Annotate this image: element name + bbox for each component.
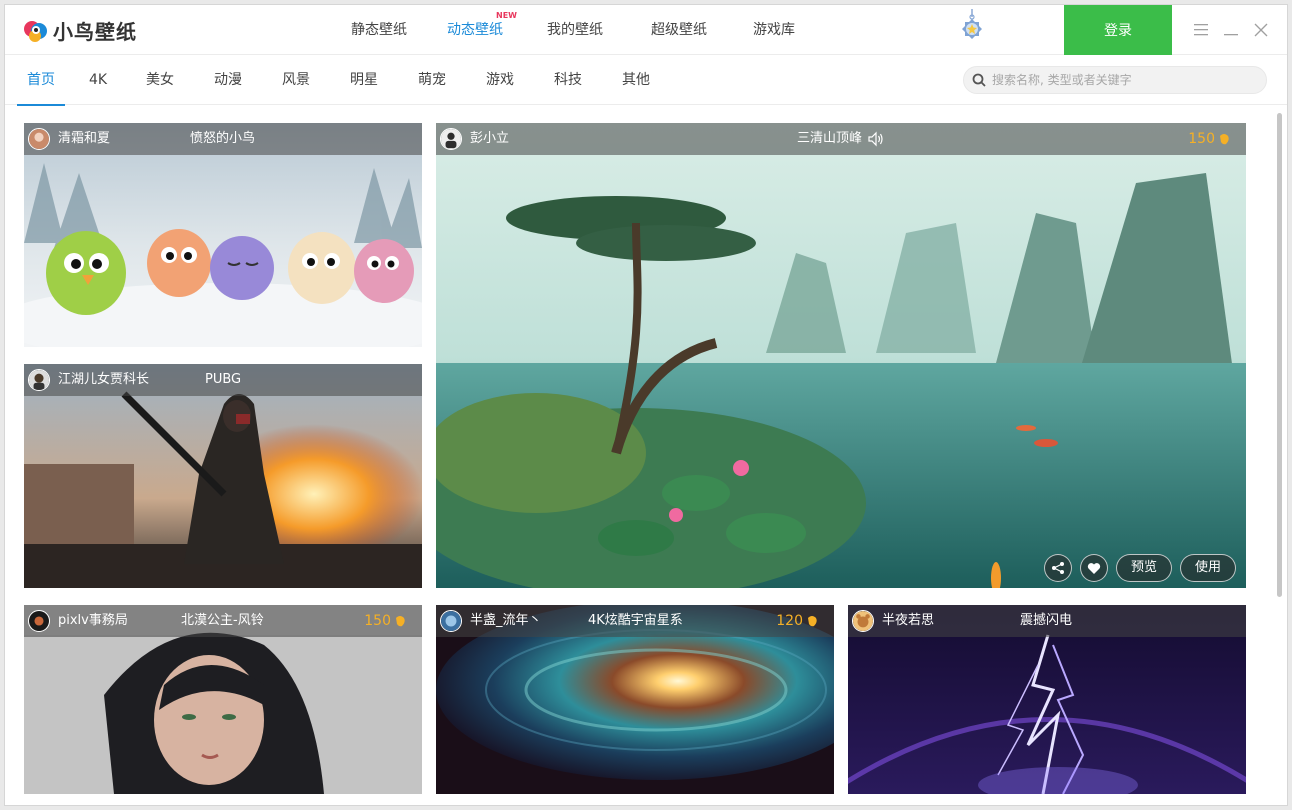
card-info-bar: 清霜和夏 愤怒的小鸟 xyxy=(24,123,422,155)
topnav-game-library[interactable]: 游戏库 xyxy=(753,5,795,55)
avatar[interactable] xyxy=(440,128,462,150)
category-4k[interactable]: 4K xyxy=(77,55,119,105)
card-title: 愤怒的小鸟 xyxy=(190,131,256,146)
coin-icon xyxy=(396,616,405,627)
card-actions: 预览 使用 xyxy=(1043,554,1236,582)
category-bar: 首页 4K 美女 动漫 风景 明星 萌宠 游戏 科技 其他 xyxy=(5,55,1287,106)
category-anime[interactable]: 动漫 xyxy=(207,55,249,105)
card-title: 4K炫酷宇宙星系 xyxy=(588,613,683,628)
topnav-label: 游戏库 xyxy=(753,22,795,38)
use-button[interactable]: 使用 xyxy=(1179,554,1236,582)
favorite-button[interactable] xyxy=(1079,554,1108,582)
topnav-static-wallpaper[interactable]: 静态壁纸 xyxy=(351,5,407,55)
card-author[interactable]: pixlv事務局 xyxy=(58,605,128,637)
wallpaper-card-angry-birds[interactable]: 清霜和夏 愤怒的小鸟 xyxy=(24,123,422,347)
category-home[interactable]: 首页 xyxy=(17,55,65,106)
wallpaper-card-sanqingshan[interactable]: 彭小立 三清山顶峰 150 预览 使用 xyxy=(436,123,1246,588)
pubg-thumbnail xyxy=(24,364,422,588)
card-info-bar: 江湖儿女贾科长 PUBG xyxy=(24,364,422,396)
topnav-live-wallpaper[interactable]: 动态壁纸 NEW xyxy=(447,5,517,55)
category-label: 4K xyxy=(88,72,108,88)
card-title: 震撼闪电 xyxy=(1020,613,1073,628)
card-info-bar: 半盏_流年丶 4K炫酷宇宙星系 120 xyxy=(436,605,834,637)
category-label: 萌宠 xyxy=(418,72,446,88)
wallpaper-card-galaxy[interactable]: 半盏_流年丶 4K炫酷宇宙星系 120 xyxy=(436,605,834,794)
category-tech[interactable]: 科技 xyxy=(547,55,589,105)
medal-icon[interactable] xyxy=(961,9,983,43)
category-label: 游戏 xyxy=(486,72,514,88)
avatar[interactable] xyxy=(852,610,874,632)
avatar[interactable] xyxy=(28,128,50,150)
preview-button[interactable]: 预览 xyxy=(1115,554,1172,582)
topnav-label: 超级壁纸 xyxy=(651,22,707,38)
top-nav: 静态壁纸 动态壁纸 NEW 我的壁纸 超级壁纸 游戏库 xyxy=(351,5,795,55)
scrollbar[interactable] xyxy=(1277,109,1283,799)
app-window: 小鸟壁纸 静态壁纸 动态壁纸 NEW 我的壁纸 超级壁纸 游戏库 登录 首页 4… xyxy=(4,4,1288,806)
card-author[interactable]: 彭小立 xyxy=(470,123,509,155)
card-info-bar: pixlv事務局 北漠公主-风铃 150 xyxy=(24,605,422,637)
card-price: 120 xyxy=(776,605,818,637)
category-label: 动漫 xyxy=(214,72,242,88)
top-header: 小鸟壁纸 静态壁纸 动态壁纸 NEW 我的壁纸 超级壁纸 游戏库 登录 xyxy=(5,5,1287,55)
card-price: 150 xyxy=(364,605,406,637)
category-beauty[interactable]: 美女 xyxy=(139,55,181,105)
price-value: 150 xyxy=(364,613,391,629)
search-icon xyxy=(972,73,986,87)
topnav-super-wallpaper[interactable]: 超级壁纸 xyxy=(651,5,707,55)
category-label: 科技 xyxy=(554,72,582,88)
card-author[interactable]: 半夜若思 xyxy=(882,605,934,637)
new-badge: NEW xyxy=(496,11,517,20)
app-name: 小鸟壁纸 xyxy=(53,20,137,44)
category-label: 其他 xyxy=(622,72,650,88)
category-celebrity[interactable]: 明星 xyxy=(343,55,385,105)
category-scenery[interactable]: 风景 xyxy=(275,55,317,105)
category-games[interactable]: 游戏 xyxy=(479,55,521,105)
search-input[interactable] xyxy=(992,73,1252,87)
topnav-my-wallpaper[interactable]: 我的壁纸 xyxy=(547,5,603,55)
sanqingshan-thumbnail xyxy=(436,123,1246,588)
card-title: PUBG xyxy=(205,372,242,387)
sound-icon[interactable] xyxy=(868,131,884,147)
card-author[interactable]: 清霜和夏 xyxy=(58,123,110,155)
avatar[interactable] xyxy=(28,369,50,391)
app-logo[interactable]: 小鸟壁纸 xyxy=(23,16,137,45)
price-value: 120 xyxy=(776,613,803,629)
card-title: 三清山顶峰 xyxy=(797,131,863,146)
wallpaper-card-pubg[interactable]: 江湖儿女贾科长 PUBG xyxy=(24,364,422,588)
category-label: 首页 xyxy=(27,72,55,88)
wallpaper-card-lightning[interactable]: 半夜若思 震撼闪电 xyxy=(848,605,1246,794)
card-author[interactable]: 江湖儿女贾科长 xyxy=(58,364,149,396)
category-label: 美女 xyxy=(146,72,174,88)
share-button[interactable] xyxy=(1043,554,1072,582)
card-title: 北漠公主-风铃 xyxy=(181,613,264,628)
card-info-bar: 彭小立 三清山顶峰 150 xyxy=(436,123,1246,155)
avatar[interactable] xyxy=(28,610,50,632)
category-label: 明星 xyxy=(350,72,378,88)
share-icon xyxy=(1051,562,1064,574)
coin-icon xyxy=(1220,134,1229,145)
coin-icon xyxy=(808,616,817,627)
avatar[interactable] xyxy=(440,610,462,632)
price-value: 150 xyxy=(1188,131,1215,147)
topnav-label: 动态壁纸 xyxy=(447,22,503,38)
menu-icon[interactable] xyxy=(1190,19,1212,41)
category-pets[interactable]: 萌宠 xyxy=(411,55,453,105)
card-price: 150 xyxy=(1188,123,1230,155)
search-box[interactable] xyxy=(963,66,1267,94)
card-author[interactable]: 半盏_流年丶 xyxy=(470,605,542,637)
scrollbar-thumb[interactable] xyxy=(1277,113,1282,597)
category-other[interactable]: 其他 xyxy=(615,55,657,105)
heart-icon xyxy=(1087,562,1101,574)
card-info-bar: 半夜若思 震撼闪电 xyxy=(848,605,1246,637)
angry-birds-thumbnail xyxy=(24,123,422,347)
bird-logo-icon xyxy=(24,20,47,42)
topnav-label: 静态壁纸 xyxy=(351,22,407,38)
login-button[interactable]: 登录 xyxy=(1064,5,1172,55)
category-label: 风景 xyxy=(282,72,310,88)
minimize-icon[interactable] xyxy=(1220,19,1242,41)
topnav-label: 我的壁纸 xyxy=(547,22,603,38)
wallpaper-card-desert-princess[interactable]: pixlv事務局 北漠公主-风铃 150 xyxy=(24,605,422,794)
close-icon[interactable] xyxy=(1250,19,1272,41)
